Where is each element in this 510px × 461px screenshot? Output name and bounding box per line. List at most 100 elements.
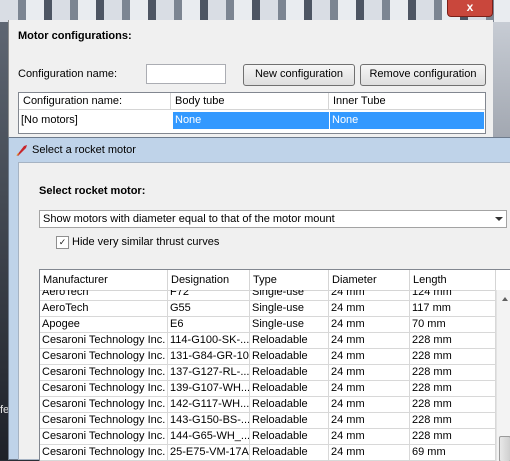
scroll-up-arrow-icon[interactable]: [502, 297, 508, 301]
dialog-title: Select a rocket motor: [32, 144, 136, 156]
length-cell: 228 mm: [410, 365, 496, 380]
diameter-cell: 24 mm: [329, 301, 410, 316]
manufacturer-cell: Cesaroni Technology Inc.: [40, 445, 168, 460]
manufacturer-cell: Cesaroni Technology Inc.: [40, 333, 168, 348]
dialog-content: Select rocket motor: Show motors with di…: [18, 162, 510, 461]
dialog-titlebar[interactable]: Select a rocket motor: [9, 138, 510, 162]
length-cell: 228 mm: [410, 381, 496, 396]
diameter-cell: 24 mm: [329, 290, 410, 300]
length-cell: 117 mm: [410, 301, 496, 316]
background-window-strip: [0, 0, 510, 22]
rocket-icon: [16, 145, 27, 156]
table-row[interactable]: Apogee E6 Single-use 24 mm 70 mm: [40, 317, 496, 333]
length-cell: 70 mm: [410, 317, 496, 332]
diameter-cell: 24 mm: [329, 381, 410, 396]
manufacturer-cell: Cesaroni Technology Inc.: [40, 429, 168, 444]
table-row[interactable]: AeroTech F72 Single-use 24 mm 124 mm: [40, 290, 496, 301]
designation-column-header[interactable]: Designation: [168, 270, 250, 290]
background-left-edge: [0, 22, 8, 460]
manufacturer-cell: Cesaroni Technology Inc.: [40, 413, 168, 428]
diameter-cell: 24 mm: [329, 445, 410, 460]
table-row[interactable]: Cesaroni Technology Inc. 142-G117-WH... Re…: [40, 397, 496, 413]
designation-cell: E6: [168, 317, 250, 332]
table-row[interactable]: Cesaroni Technology Inc. 144-G65-WH_... Re…: [40, 429, 496, 445]
motor-table-body: AeroTech F72 Single-use 24 mm 124 mm AeroTech…: [40, 290, 496, 461]
length-cell: 69 mm: [410, 445, 496, 460]
diameter-cell: 24 mm: [329, 365, 410, 380]
designation-cell: 137-G127-RL-...: [170, 365, 250, 380]
config-name-cell[interactable]: [No motors]: [19, 112, 171, 129]
length-cell: 228 mm: [410, 349, 496, 364]
length-cell: 228 mm: [410, 333, 496, 348]
configuration-table: Configuration name: Body tube Inner Tube…: [18, 92, 486, 134]
manufacturer-cell: Cesaroni Technology Inc.: [40, 397, 168, 412]
table-row[interactable]: Cesaroni Technology Inc. 137-G127-RL-... R…: [40, 365, 496, 381]
table-row[interactable]: Cesaroni Technology Inc. 131-G84-GR-10A Re…: [40, 349, 496, 365]
designation-cell: 114-G100-SK-...: [170, 333, 250, 348]
designation-cell: 142-G117-WH...: [170, 397, 250, 412]
diameter-cell: 24 mm: [329, 413, 410, 428]
diameter-cell: 24 mm: [329, 333, 410, 348]
hide-similar-label: Hide very similar thrust curves: [72, 236, 220, 248]
manufacturer-cell: AeroTech: [40, 301, 168, 316]
designation-cell: 144-G65-WH_...: [170, 429, 250, 444]
diameter-column-header[interactable]: Diameter: [329, 270, 410, 290]
manufacturer-column-header[interactable]: Manufacturer: [40, 270, 168, 290]
type-cell: Reloadable: [250, 429, 329, 444]
table-row[interactable]: Cesaroni Technology Inc. 139-G107-WH... Re…: [40, 381, 496, 397]
configuration-name-label: Configuration name:: [18, 68, 118, 80]
config-name-column-header[interactable]: Configuration name:: [19, 93, 171, 110]
designation-cell: F72: [168, 290, 250, 300]
remove-configuration-button[interactable]: Remove configuration: [360, 64, 486, 86]
configuration-name-input[interactable]: [146, 64, 226, 84]
table-row[interactable]: Cesaroni Technology Inc. 143-G150-BS-... R…: [40, 413, 496, 429]
type-cell: Reloadable: [250, 365, 329, 380]
type-cell: Single-use: [250, 301, 329, 316]
length-column-header[interactable]: Length: [410, 270, 496, 290]
background-close-button[interactable]: x: [447, 0, 493, 17]
diameter-cell: 24 mm: [329, 397, 410, 412]
diameter-cell: 24 mm: [329, 429, 410, 444]
diameter-cell: 24 mm: [329, 349, 410, 364]
type-cell: Single-use: [250, 290, 329, 300]
body-tube-cell[interactable]: None: [173, 112, 329, 129]
inner-tube-cell[interactable]: None: [330, 112, 484, 129]
table-row[interactable]: Cesaroni Technology Inc. 114-G100-SK-... R…: [40, 333, 496, 349]
new-configuration-button[interactable]: New configuration: [243, 64, 355, 86]
motor-configurations-title: Motor configurations:: [18, 30, 132, 42]
type-cell: Reloadable: [250, 413, 329, 428]
motor-table-rows: AeroTech F72 Single-use 24 mm 124 mm AeroTech…: [40, 290, 496, 461]
designation-cell: G55: [168, 301, 250, 316]
type-cell: Reloadable: [250, 333, 329, 348]
chevron-down-icon: [495, 217, 503, 221]
body-tube-column-header[interactable]: Body tube: [171, 93, 329, 110]
type-column-header[interactable]: Type: [250, 270, 329, 290]
manufacturer-cell: Cesaroni Technology Inc.: [40, 381, 168, 396]
table-row[interactable]: Cesaroni Technology Inc. 25-E75-VM-17A Rel…: [40, 445, 496, 461]
motor-table-header: Manufacturer Designation Type Diameter L…: [40, 270, 510, 291]
manufacturer-cell: Cesaroni Technology Inc.: [40, 365, 168, 380]
length-cell: 228 mm: [410, 397, 496, 412]
type-cell: Reloadable: [250, 381, 329, 396]
designation-cell: 131-G84-GR-10A: [170, 349, 250, 364]
inner-tube-column-header[interactable]: Inner Tube: [329, 93, 485, 110]
select-rocket-motor-dialog: Select a rocket motor Select rocket moto…: [8, 137, 510, 461]
type-cell: Single-use: [250, 317, 329, 332]
designation-cell: 143-G150-BS-...: [170, 413, 250, 428]
manufacturer-cell: Apogee: [40, 317, 168, 332]
table-row[interactable]: AeroTech G55 Single-use 24 mm 117 mm: [40, 301, 496, 317]
hide-similar-checkbox[interactable]: ✓: [56, 236, 69, 249]
diameter-filter-dropdown[interactable]: Show motors with diameter equal to that …: [39, 210, 507, 228]
type-cell: Reloadable: [250, 397, 329, 412]
designation-cell: 139-G107-WH...: [170, 381, 250, 396]
motor-table-scrollbar[interactable]: [496, 290, 510, 461]
manufacturer-cell: AeroTech: [40, 290, 168, 300]
scrollbar-thumb[interactable]: [499, 436, 510, 461]
type-cell: Reloadable: [250, 349, 329, 364]
length-cell: 228 mm: [410, 413, 496, 428]
designation-cell: 25-E75-VM-17A: [170, 445, 250, 460]
type-cell: Reloadable: [250, 445, 329, 460]
motor-table: Manufacturer Designation Type Diameter L…: [39, 269, 510, 461]
length-cell: 228 mm: [410, 429, 496, 444]
manufacturer-cell: Cesaroni Technology Inc.: [40, 349, 168, 364]
